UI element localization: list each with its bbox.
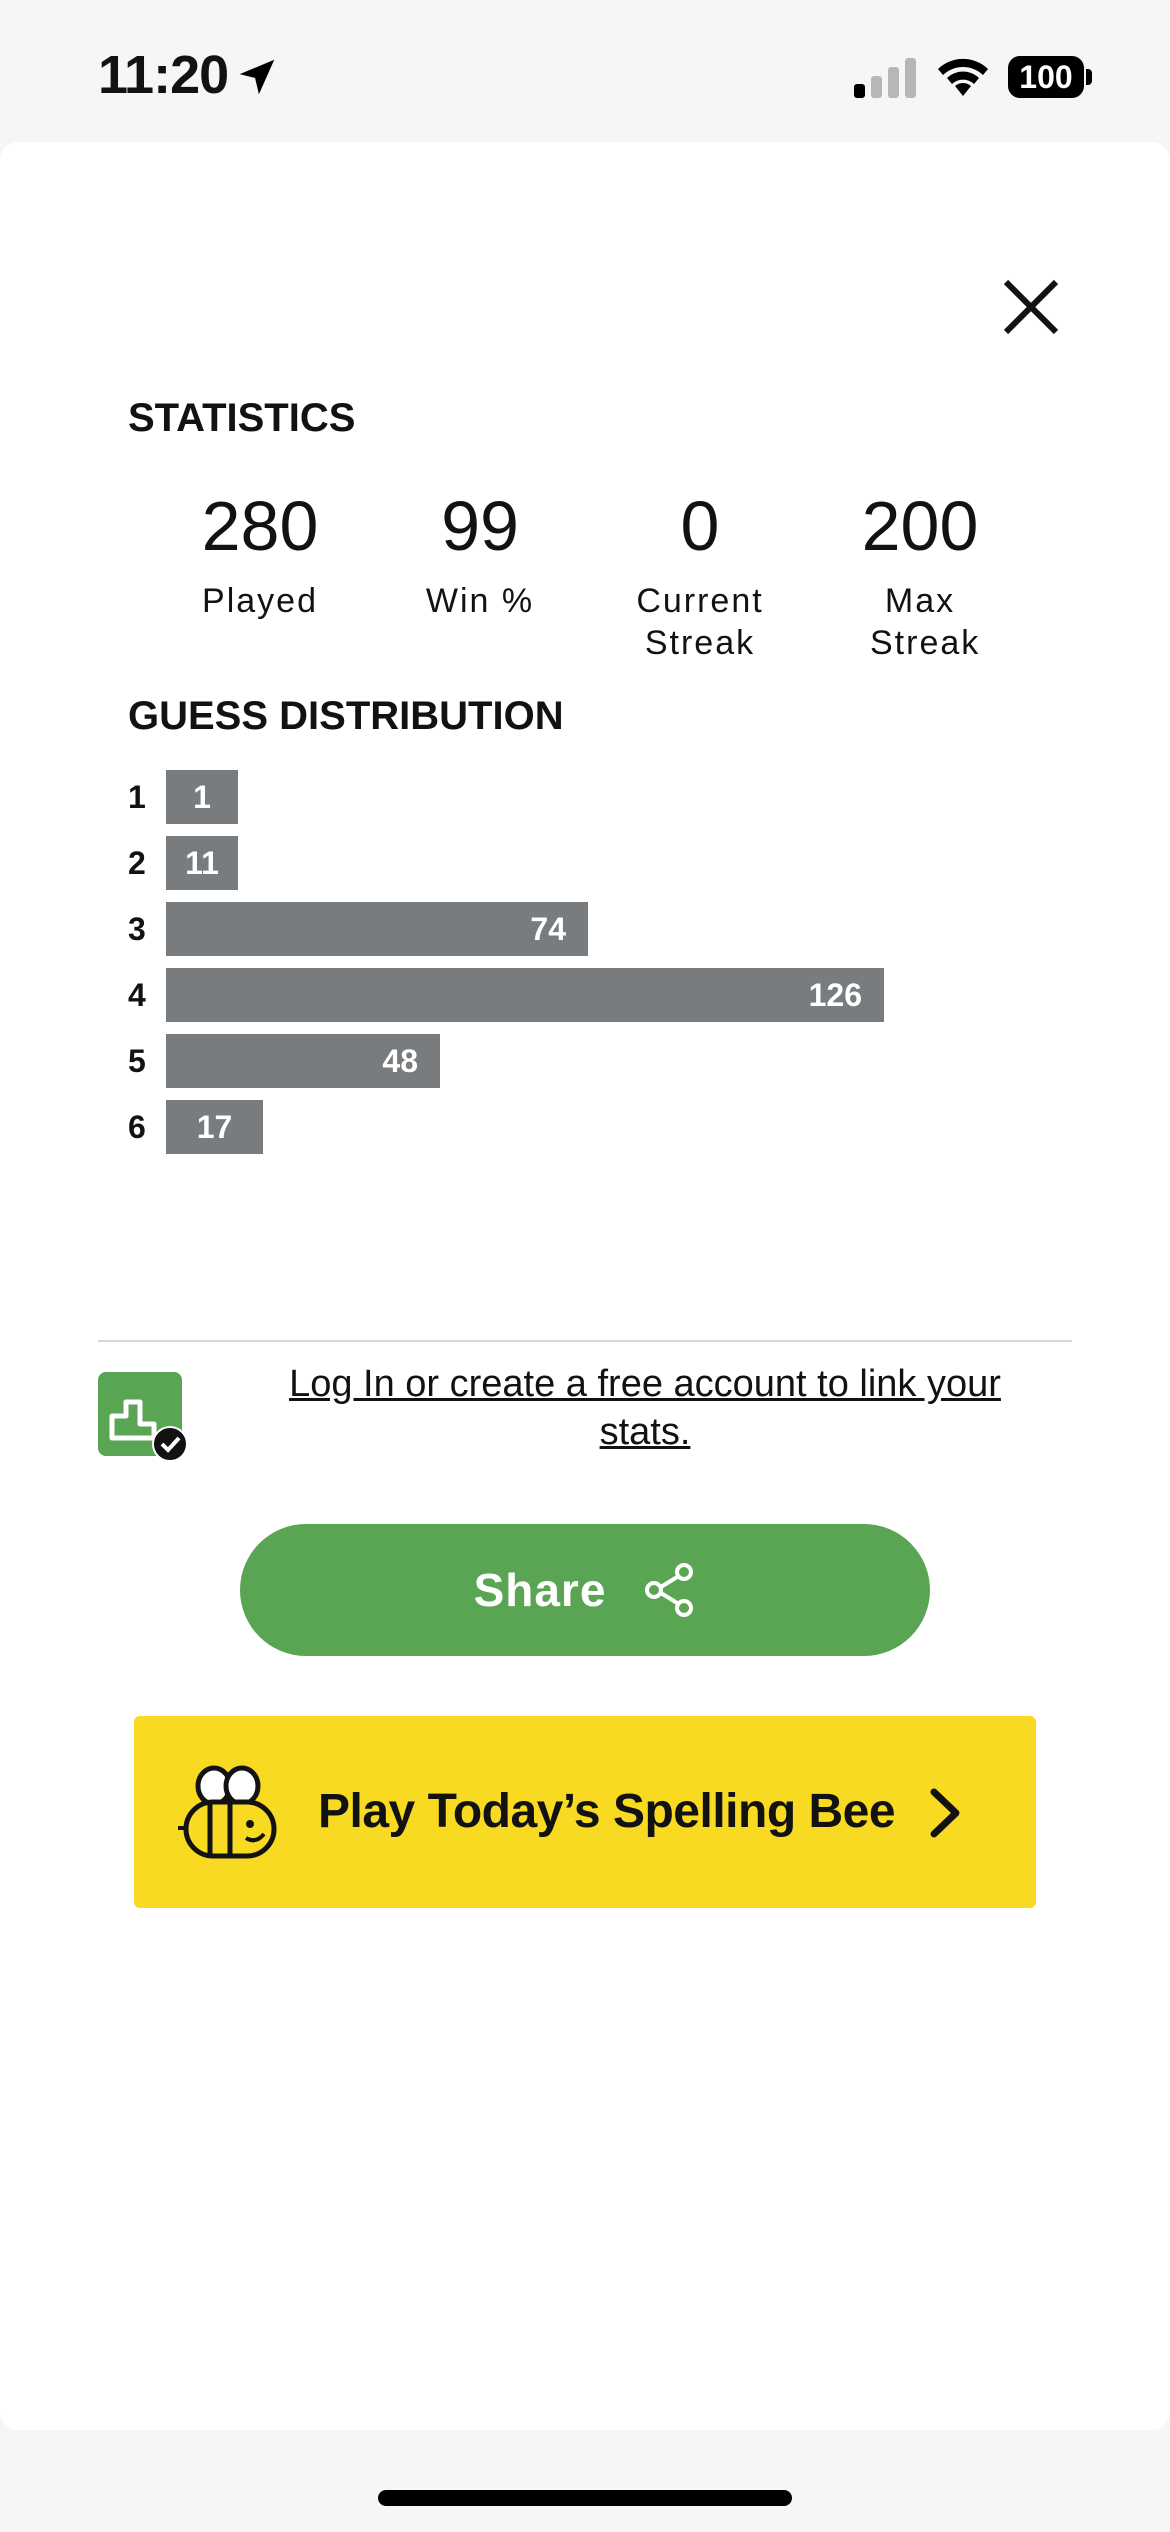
distribution-bar: 1 [166, 770, 238, 824]
distribution-bar: 48 [166, 1034, 440, 1088]
share-button[interactable]: Share [240, 1524, 930, 1656]
spelling-bee-label: Play Today’s Spelling Bee [318, 1785, 896, 1838]
guess-number: 4 [128, 977, 146, 1013]
guess-number: 1 [128, 779, 146, 815]
distribution-row: 6 17 [128, 1100, 1028, 1154]
stat-label: Current Streak [636, 582, 764, 662]
stat-label: Max Streak [870, 582, 981, 662]
bee-icon [178, 1765, 277, 1859]
distribution-row: 4 126 [128, 968, 1028, 1022]
stat-win-percent: 99 Win % [370, 486, 590, 664]
statistics-modal: STATISTICS 280 Played 99 Win % 0 Current… [0, 142, 1170, 2430]
stat-value: 99 [441, 487, 519, 565]
distribution-row: 3 74 [128, 902, 1028, 956]
guess-number: 3 [128, 911, 146, 947]
stat-current-streak: 0 Current Streak [590, 486, 810, 664]
cellular-signal-icon [854, 58, 916, 98]
battery-cap [1086, 69, 1092, 85]
statistics-heading: STATISTICS [128, 396, 356, 440]
share-icon [645, 1563, 694, 1617]
verified-check-icon [152, 1426, 188, 1462]
guess-number: 6 [128, 1109, 146, 1145]
guess-distribution-chart: 1 1 2 11 3 74 4 126 5 48 6 17 [128, 770, 1028, 1160]
status-bar: 11:20 100 [0, 0, 1170, 140]
home-indicator [378, 2490, 792, 2506]
guess-number: 2 [128, 845, 146, 881]
distribution-bar: 74 [166, 902, 588, 956]
distribution-row: 5 48 [128, 1034, 1028, 1088]
guess-number: 5 [128, 1043, 146, 1079]
distribution-row: 11 [128, 770, 1028, 824]
spelling-bee-promo-button[interactable]: Play Today’s Spelling Bee [134, 1716, 1036, 1908]
stat-label: Win % [425, 582, 535, 620]
statistics-row: 280 Played 99 Win % 0 Current Streak 200… [150, 486, 1030, 664]
status-time: 11:20 [98, 45, 229, 105]
stat-played: 280 Played [150, 486, 370, 664]
login-link[interactable]: Log In or create a free account to link … [240, 1360, 1050, 1456]
distribution-row: 2 11 [128, 836, 1028, 890]
battery-indicator: 100 [1008, 56, 1092, 98]
stat-label: Played [202, 582, 318, 620]
stat-value: 0 [680, 487, 720, 565]
location-arrow-icon [239, 59, 275, 95]
battery-level: 100 [1008, 56, 1084, 98]
stat-value: 200 [861, 487, 979, 565]
chevron-right-icon [930, 1788, 960, 1838]
stat-value: 280 [201, 487, 319, 565]
distribution-bar: 11 [166, 836, 238, 890]
close-icon[interactable] [996, 272, 1066, 342]
share-label: Share [473, 1564, 607, 1616]
distribution-bar: 17 [166, 1100, 263, 1154]
guess-distribution-heading: GUESS DISTRIBUTION [128, 694, 564, 738]
divider [98, 1340, 1072, 1342]
distribution-bar: 126 [166, 968, 884, 1022]
wifi-icon [938, 58, 988, 96]
stat-max-streak: 200 Max Streak [810, 486, 1030, 664]
